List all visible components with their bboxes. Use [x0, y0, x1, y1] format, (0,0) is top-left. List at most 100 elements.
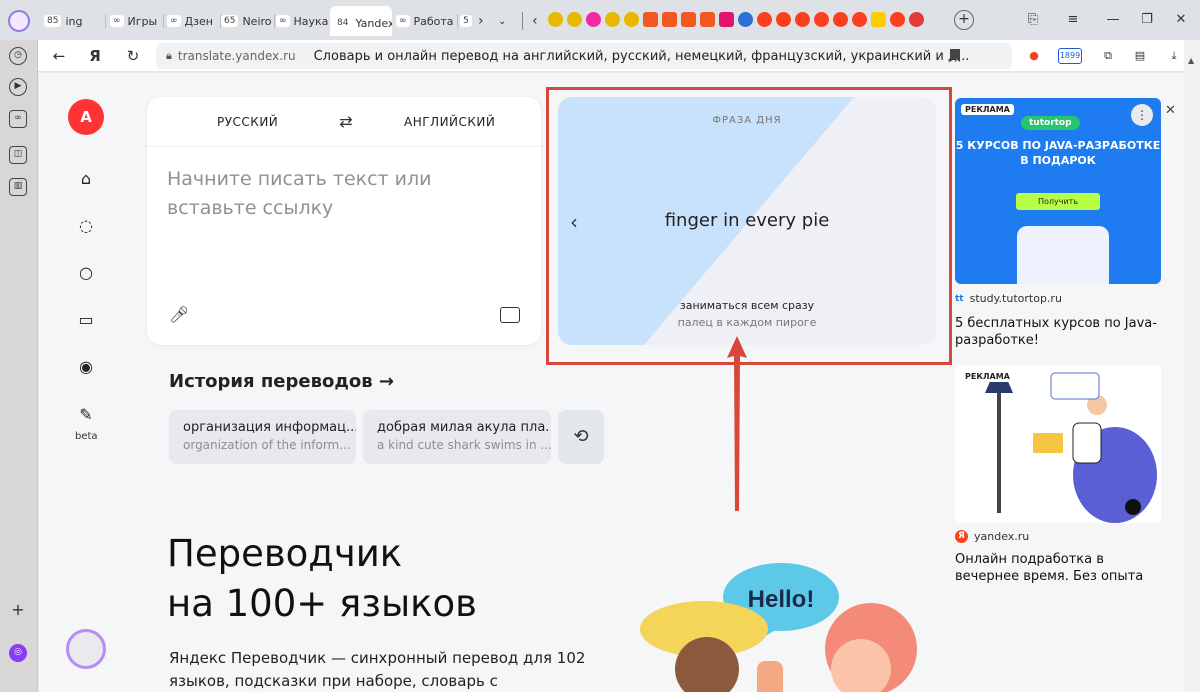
reload-icon[interactable]: ↻	[122, 45, 144, 67]
yandex-home-icon[interactable]: Я	[84, 45, 106, 67]
keyboard-icon[interactable]	[500, 307, 520, 323]
tab-favicon-12[interactable]	[757, 12, 772, 27]
ad-illustration	[985, 372, 1157, 523]
url-input[interactable]: 🔒︎ translate.yandex.ru Словарь и онлайн …	[156, 43, 1012, 69]
ad-text[interactable]: 5 бесплатных курсов по Java-разработке!	[955, 315, 1170, 349]
screenshot-icon[interactable]: ◫	[9, 146, 27, 164]
tab-favicon-7[interactable]	[662, 12, 677, 27]
browser-profile-avatar[interactable]	[8, 10, 30, 32]
tab-favicon-13[interactable]	[776, 12, 791, 27]
java-logo-card	[1017, 226, 1109, 284]
play-icon[interactable]: ▶	[9, 78, 27, 96]
ad-source-domain: study.tutortop.ru	[969, 292, 1062, 305]
infinity-icon[interactable]: ∞	[9, 110, 27, 128]
tab-favicon-2[interactable]	[567, 12, 582, 27]
extension-puzzle-icon[interactable]: ⧉	[1098, 46, 1118, 66]
ad-close-icon[interactable]: ✕	[1165, 103, 1176, 118]
new-tab-button[interactable]: +	[954, 10, 974, 30]
yandex-translate-logo[interactable]: A	[68, 99, 104, 135]
tab-favicon-11[interactable]	[738, 12, 753, 27]
tab-favicon-3[interactable]	[586, 12, 601, 27]
ad-menu-icon[interactable]: ⋮	[1131, 104, 1153, 126]
pinned-tab-favicons	[548, 12, 924, 27]
tab-favicon-14[interactable]	[795, 12, 810, 27]
close-window-icon[interactable]: ✕	[1166, 6, 1196, 34]
history-item-translation: organization of the inform...	[183, 438, 351, 452]
tab-favicon-1[interactable]	[548, 12, 563, 27]
phrase-literal-translation: палец в каждом пироге	[677, 316, 817, 329]
swap-languages-icon[interactable]: ⇄	[335, 111, 357, 133]
dialog-icon[interactable]: ◌	[76, 216, 96, 236]
record-icon[interactable]: ●	[1024, 46, 1044, 66]
history-item[interactable]: организация информац... organization of …	[169, 410, 356, 464]
ad-get-button[interactable]: Получить	[1016, 193, 1100, 210]
translate-page: A ⌂ ◌ ○ ▭ ◉ ✎ beta РУССКИЙ ⇄ АНГЛИЙСКИЙ …	[39, 73, 1200, 692]
menu-icon[interactable]: ≡	[1058, 6, 1088, 34]
tab-science[interactable]: ∞ Наука	[276, 11, 330, 31]
phrase-of-day-card[interactable]: ФРАЗА ДНЯ ‹ finger in every pie занимать…	[558, 97, 936, 345]
promo-title: Переводчик на 100+ языков	[167, 529, 477, 629]
tab-favicon-20[interactable]	[909, 12, 924, 27]
ad-source[interactable]: Я yandex.ru	[955, 530, 1029, 543]
tab-favicon-9[interactable]	[700, 12, 715, 27]
tab-favicon-17[interactable]	[852, 12, 867, 27]
camera-icon[interactable]: ◉	[76, 357, 96, 377]
tab-favicon-18[interactable]	[871, 12, 886, 27]
browser-tab-strip: 85 ing ∞ Игры ∞ Дзен 65 Neiro ∞ Наука 84 Yande…	[0, 0, 1200, 40]
ad-source-mark: tt	[955, 293, 964, 304]
tab-favicon-10[interactable]	[719, 12, 734, 27]
tab-favicon-8[interactable]	[681, 12, 696, 27]
minimize-icon[interactable]: —	[1098, 6, 1128, 34]
page-scrollbar[interactable]	[1184, 40, 1200, 692]
tab-ing[interactable]: 85 ing	[44, 11, 104, 31]
tab-bookmark-icon[interactable]: ⎘	[1018, 6, 1048, 34]
collections-icon[interactable]: ▥	[9, 178, 27, 196]
target-language-select[interactable]: АНГЛИЙСКИЙ	[404, 115, 495, 129]
tab-yandex[interactable]: 84 Yandex	[330, 6, 392, 36]
tab-work[interactable]: ∞ Работа	[396, 11, 456, 31]
ad-source[interactable]: tt study.tutortop.ru	[955, 292, 1062, 305]
tab-games[interactable]: ∞ Игры	[110, 11, 162, 31]
annotation-arrow	[727, 336, 747, 511]
tab-neiro[interactable]: 65 Neiro	[221, 11, 273, 31]
history-item[interactable]: добрая милая акула пла... a kind cute sh…	[363, 410, 551, 464]
tab-favicon-5[interactable]	[624, 12, 639, 27]
tab-favicon-16[interactable]	[833, 12, 848, 27]
history-title[interactable]: История переводов →	[169, 371, 394, 392]
tab-scroll-right-icon[interactable]: ›	[478, 11, 492, 31]
ad-brand: tutortop	[1021, 116, 1080, 130]
back-button[interactable]: ←	[48, 45, 70, 67]
history-all-icon[interactable]: ⟲	[558, 410, 604, 464]
pen-icon[interactable]: ✎	[76, 405, 96, 425]
history-clock-icon[interactable]: ◷	[9, 47, 27, 65]
add-panel-icon[interactable]: +	[9, 602, 27, 620]
tab-scroll-left-icon[interactable]: ‹	[532, 11, 544, 31]
document-icon[interactable]: ▭	[76, 310, 96, 330]
user-avatar[interactable]	[66, 629, 106, 669]
extension-clipboard-icon[interactable]: ▤	[1130, 46, 1150, 66]
microphone-icon[interactable]: 🎤︎	[169, 305, 189, 325]
restore-icon[interactable]: ❐	[1132, 6, 1162, 34]
alice-assistant-icon[interactable]: ◎	[9, 644, 27, 662]
ad-banner-yandex[interactable]: РЕКЛАМА	[955, 365, 1161, 523]
ad-text[interactable]: Онлайн подработка в вечернее время. Без …	[955, 551, 1170, 585]
home-icon[interactable]: ⌂	[76, 169, 96, 189]
extension-badge-icon[interactable]: 1899	[1058, 48, 1082, 64]
tab-favicon-4[interactable]	[605, 12, 620, 27]
tab-more[interactable]: 5	[460, 11, 480, 31]
source-text-input[interactable]: Начните писать текст или вставьте ссылку	[167, 165, 517, 223]
scroll-up-icon[interactable]: ▲	[1188, 56, 1194, 65]
history-item-translation: a kind cute shark swims in ...	[377, 438, 551, 452]
tab-favicon-6[interactable]	[643, 12, 658, 27]
tab-favicon-19[interactable]	[890, 12, 905, 27]
tab-dzen[interactable]: ∞ Дзен	[167, 11, 219, 31]
source-language-select[interactable]: РУССКИЙ	[217, 115, 278, 129]
history-item-source: добрая милая акула пла...	[377, 420, 551, 435]
downloads-icon[interactable]: ⤓	[1164, 46, 1184, 66]
tab-list-dropdown-icon[interactable]: ⌄	[498, 11, 512, 31]
lock-icon: 🔒︎	[166, 49, 172, 62]
tab-favicon-15[interactable]	[814, 12, 829, 27]
translate-card: РУССКИЙ ⇄ АНГЛИЙСКИЙ Начните писать текс…	[147, 97, 541, 345]
ad-banner-tutortop[interactable]: РЕКЛАМА ⋮ tutortop 5 КУРСОВ ПО JAVA-РАЗР…	[955, 98, 1161, 284]
bulb-icon[interactable]: ○	[76, 263, 96, 283]
